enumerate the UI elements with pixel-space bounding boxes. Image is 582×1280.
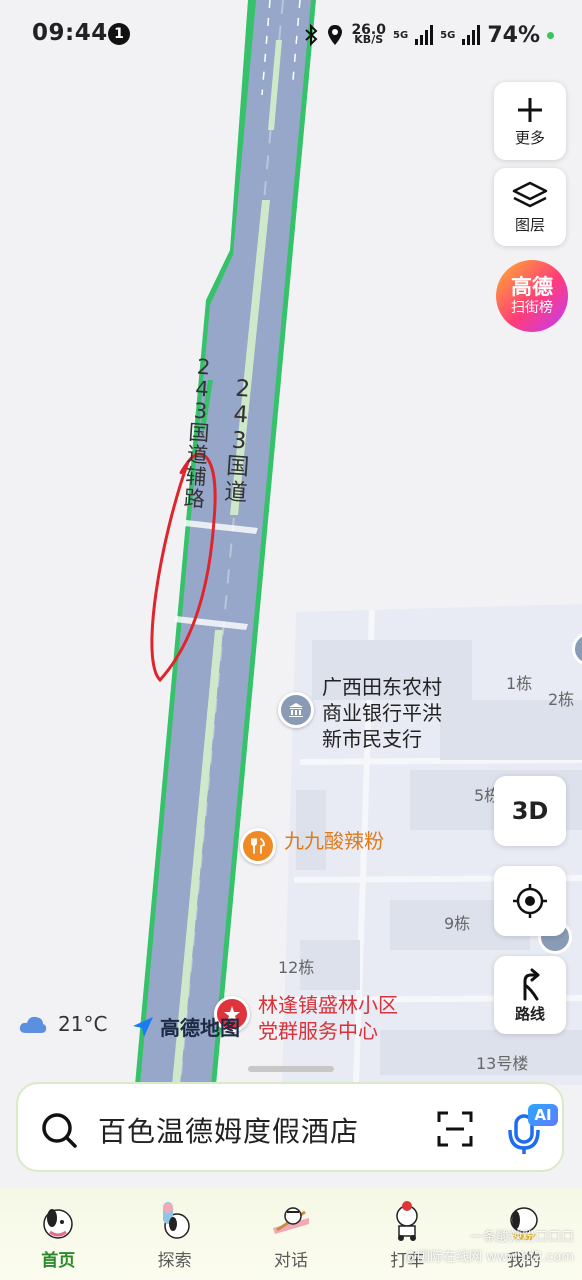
- poi-bank[interactable]: 广西田东农村 商业银行平洪 新市民支行: [278, 674, 442, 752]
- building-label: 1栋: [506, 674, 533, 693]
- notification-badge: 1: [108, 23, 130, 45]
- road-label-char: 国: [225, 453, 251, 481]
- watermark-line: @国际在线网 www.bf2.com: [404, 1250, 574, 1265]
- temperature: 21°C: [58, 1012, 108, 1036]
- tab-chat[interactable]: 对话: [233, 1188, 349, 1280]
- layers-button[interactable]: 图层: [494, 168, 566, 246]
- ai-voice-button[interactable]: AI: [506, 1100, 558, 1156]
- road-label-char: 2: [234, 375, 251, 403]
- drag-handle[interactable]: [248, 1066, 334, 1072]
- road-label-char: 4: [232, 401, 250, 429]
- plus-icon: [518, 97, 542, 122]
- signal-icon: [462, 25, 481, 45]
- poi-name-line: 广西田东农村: [322, 675, 442, 699]
- gaode-logo: 高德地图: [130, 1012, 240, 1041]
- location-icon: [328, 25, 343, 45]
- poi-restaurant-name: 九九酸辣粉: [284, 828, 384, 854]
- status-right: 26.0 KB/S 5G 5G 74%: [303, 20, 554, 50]
- route-label: 路线: [514, 1004, 545, 1023]
- building-label: 2栋: [548, 690, 575, 709]
- road-label-char: 路: [183, 486, 206, 512]
- watermark-line: 一条酸辣粉口口口: [469, 1230, 574, 1245]
- poi-name-line: 商业银行平洪: [322, 701, 442, 725]
- cloud-icon: [19, 1016, 47, 1033]
- gaode-rank-subtitle: 扫街榜: [511, 300, 553, 316]
- road-label-char: 4: [194, 376, 210, 402]
- route-button[interactable]: 路线: [494, 956, 566, 1034]
- poi-name-line: 九九酸辣粉: [284, 829, 384, 853]
- snoopy-chat-icon: [273, 1207, 310, 1234]
- locate-icon: [513, 884, 547, 918]
- search-input[interactable]: 百色温德姆度假酒店: [98, 1110, 359, 1150]
- road-label-char: 国: [187, 420, 211, 446]
- search-bar[interactable]: 百色温德姆度假酒店 AI: [16, 1082, 564, 1172]
- tab-explore[interactable]: 探索: [116, 1188, 232, 1280]
- locate-button[interactable]: [494, 866, 566, 936]
- building-label: 9栋: [444, 914, 471, 933]
- bank-icon: [278, 692, 314, 728]
- tab-home-label: 首页: [41, 1251, 76, 1271]
- poi-name-line: 新市民支行: [322, 727, 422, 751]
- road-label-char: 2: [196, 354, 212, 380]
- privacy-indicator-dot: [547, 31, 554, 39]
- bluetooth-icon: [305, 23, 318, 47]
- view-3d-label: 3D: [511, 797, 549, 825]
- network-type-1: 5G: [392, 29, 409, 41]
- road-label-char: 道: [186, 442, 209, 468]
- scan-icon[interactable]: [436, 1110, 474, 1148]
- logo-text: 高德地图: [160, 1016, 240, 1040]
- building-label: 12栋: [278, 958, 315, 977]
- gaode-logo-icon: [133, 1016, 153, 1037]
- battery-level: 74%: [487, 22, 540, 48]
- search-icon: [42, 1113, 77, 1148]
- poi-party-office-name: 林逢镇盛林小区 党群服务中心: [258, 992, 398, 1044]
- tab-explore-label: 探索: [157, 1251, 192, 1271]
- layers-label: 图层: [514, 215, 545, 234]
- road-label-char: 辅: [184, 464, 208, 490]
- more-label: 更多: [514, 128, 545, 147]
- building-label: 13号楼: [476, 1054, 529, 1073]
- net-speed-unit: KB/S: [354, 33, 384, 46]
- status-time: 09:44: [32, 20, 108, 46]
- status-bar: 09:44 1 26.0 KB/S 5G 5G 74%: [0, 0, 582, 70]
- net-speed: 26.0 KB/S: [351, 23, 386, 46]
- view-3d-button[interactable]: 3D: [494, 776, 566, 846]
- gaode-rank-title: 高德: [511, 275, 553, 299]
- route-arrow-icon: [523, 968, 540, 1000]
- poi-name-line: 党群服务中心: [258, 1019, 378, 1043]
- poi-name-line: 林逢镇盛林小区: [258, 993, 398, 1017]
- snoopy-home-icon: [43, 1209, 73, 1239]
- weather-widget[interactable]: 21°C: [18, 1012, 107, 1036]
- more-button[interactable]: 更多: [494, 82, 566, 160]
- internal-road: [299, 757, 582, 765]
- ai-badge: AI: [528, 1104, 558, 1126]
- gaode-rank-button[interactable]: 高德 扫街榜: [496, 260, 568, 332]
- road-label-char: 3: [193, 398, 209, 424]
- tab-home[interactable]: 首页: [0, 1188, 116, 1280]
- poi-party-office[interactable]: 林逢镇盛林小区 党群服务中心: [214, 992, 398, 1044]
- signal-icon: [415, 25, 434, 45]
- network-type-2: 5G: [440, 29, 456, 41]
- restaurant-icon: [240, 828, 276, 864]
- tab-chat-label: 对话: [274, 1251, 309, 1271]
- watermark: 一条酸辣粉口口口 @国际在线网 www.bf2.com: [404, 1228, 574, 1268]
- road-label-char: 3: [230, 427, 248, 455]
- snoopy-explore-icon: [162, 1202, 190, 1239]
- poi-restaurant[interactable]: 九九酸辣粉: [240, 828, 384, 864]
- road-label-char: 道: [223, 479, 249, 507]
- layers-icon: [512, 181, 548, 207]
- poi-bank-name: 广西田东农村 商业银行平洪 新市民支行: [322, 674, 442, 752]
